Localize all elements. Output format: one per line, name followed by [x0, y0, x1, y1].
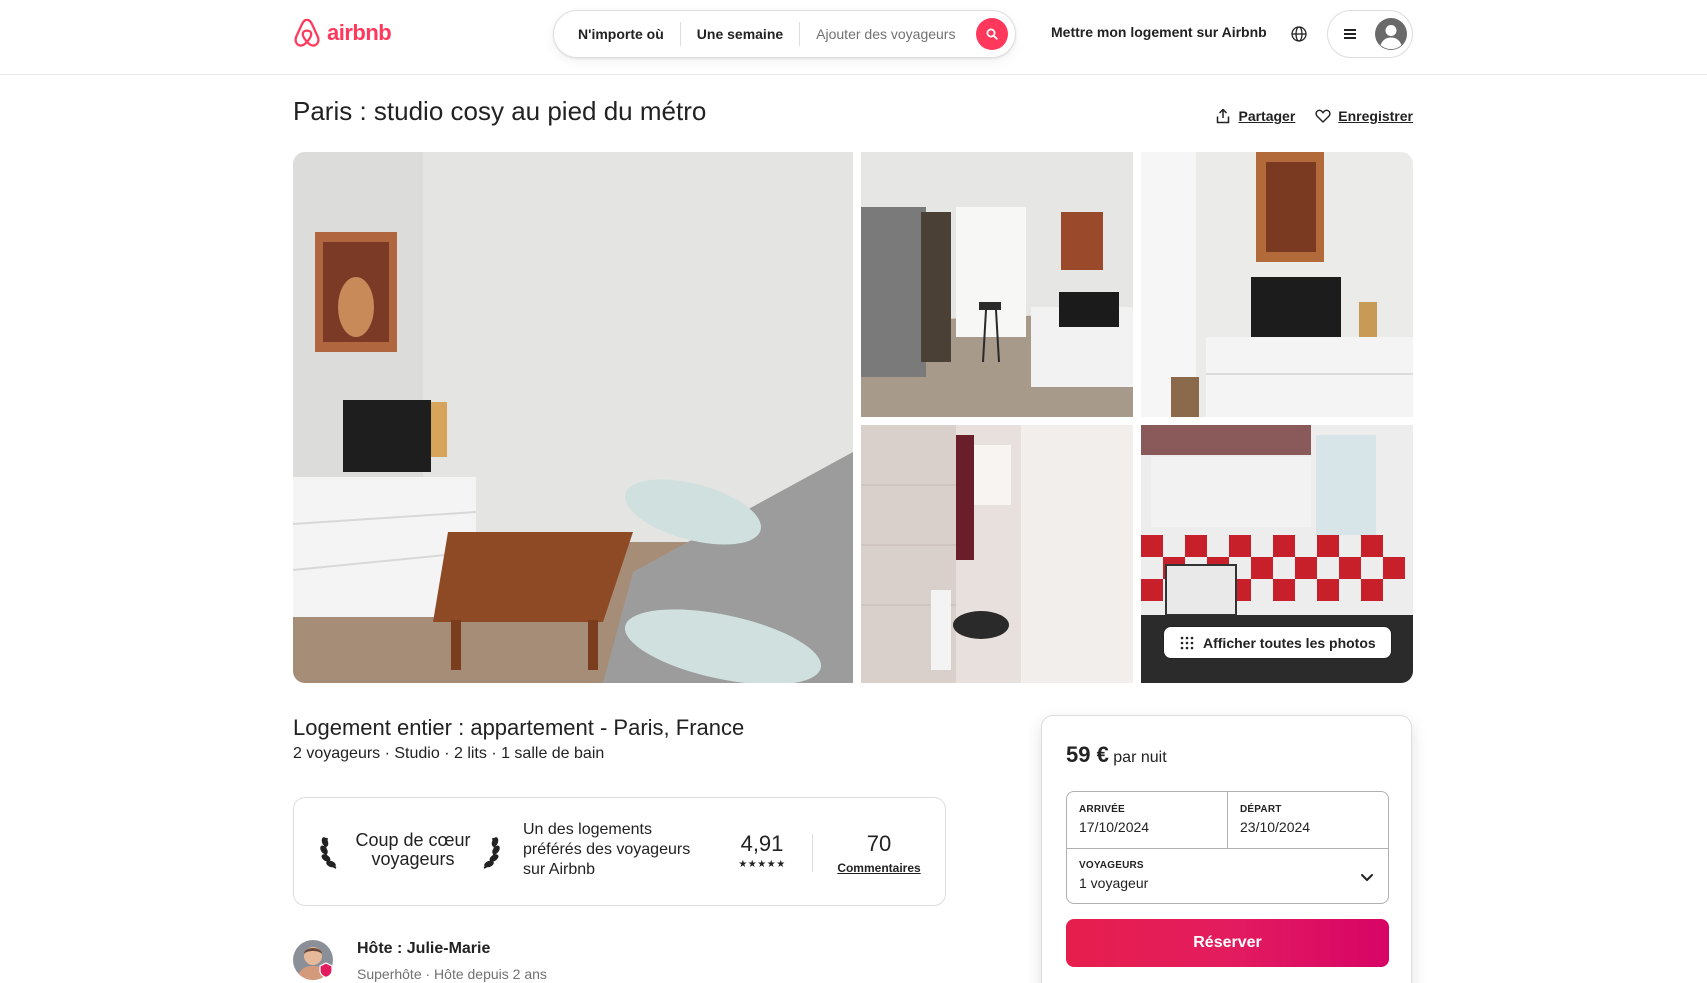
date-guest-picker: Arrivée 17/10/2024 Départ 23/10/2024 Voy… [1066, 791, 1389, 904]
checkout-label: Départ [1240, 804, 1282, 815]
top-header: airbnb N'importe où Une semaine Ajouter … [0, 0, 1707, 75]
guest-favorite-description: Un des logements préférés des voyageurs … [523, 821, 691, 878]
heart-icon [1315, 109, 1331, 123]
reserve-button[interactable]: Réserver [1066, 919, 1389, 967]
checkin-label: Arrivée [1079, 804, 1125, 815]
checkout-field[interactable]: Départ 23/10/2024 [1228, 792, 1390, 848]
rating-value: 4,91 [740, 831, 784, 856]
search-where[interactable]: N'importe où [554, 26, 680, 42]
listing-subtitle: Logement entier : appartement - Paris, F… [293, 715, 745, 740]
checkin-field[interactable]: Arrivée 17/10/2024 [1067, 792, 1228, 848]
page-title: Paris : studio cosy au pied du métro [293, 96, 707, 126]
photo-bathroom[interactable] [861, 425, 1133, 683]
guests-select[interactable]: Voyageurs 1 voyageur [1067, 849, 1388, 905]
share-icon [1217, 108, 1230, 124]
host-name: Hôte : Julie-Marie [357, 940, 491, 957]
listing-details: 2 voyageurs · Studio · 2 lits · 1 salle … [293, 745, 605, 762]
guests-value: 1 voyageur [1079, 875, 1149, 891]
rating-stars: ★★★★★ [738, 859, 786, 870]
share-button[interactable]: Partager [1215, 108, 1295, 124]
show-all-photos-button[interactable]: Afficher toutes les photos [1163, 626, 1392, 659]
checkout-value: 23/10/2024 [1240, 819, 1311, 835]
save-button[interactable]: Enregistrer [1315, 108, 1413, 124]
reviews-link[interactable]: Commentaires [824, 861, 934, 875]
airbnb-logo[interactable]: airbnb [292, 17, 392, 49]
grid-icon [1180, 636, 1194, 649]
save-label: Enregistrer [1338, 108, 1413, 124]
price-block: 59 € par nuit [1066, 742, 1167, 768]
become-host-link[interactable]: Mettre mon logement sur Airbnb [1051, 24, 1267, 40]
user-icon [1375, 18, 1407, 50]
price-amount: 59 € [1066, 742, 1109, 767]
booking-card: 59 € par nuit Arrivée 17/10/2024 Départ … [1041, 715, 1412, 983]
show-all-photos-label: Afficher toutes les photos [1203, 634, 1376, 651]
superhost-badge-icon [319, 962, 333, 978]
title-actions: Partager Enregistrer [1215, 108, 1413, 124]
search-icon [986, 28, 998, 40]
price-unit: par nuit [1113, 749, 1167, 766]
logo-text: airbnb [327, 20, 392, 45]
photo-main-living-room[interactable] [293, 152, 853, 683]
photo-gallery [293, 152, 1413, 683]
laurel-right-icon [483, 837, 500, 869]
menu-icon [1344, 29, 1356, 39]
chevron-down-icon [1361, 874, 1373, 881]
guests-label: Voyageurs [1079, 860, 1144, 871]
rating-divider [812, 834, 813, 872]
search-bar[interactable]: N'importe où Une semaine Ajouter des voy… [553, 10, 1016, 58]
guest-favorite-card: Coup de cœur voyageurs Un des logements … [293, 797, 946, 906]
globe-icon [1291, 26, 1307, 42]
search-when[interactable]: Une semaine [681, 26, 799, 42]
photo-bedroom[interactable] [861, 152, 1133, 417]
search-button[interactable] [976, 18, 1008, 50]
language-button[interactable] [1287, 22, 1311, 46]
reviews-block[interactable]: 70 Commentaires [824, 831, 934, 875]
share-label: Partager [1238, 108, 1296, 124]
photo-tv-corner[interactable] [1141, 152, 1413, 417]
host-meta: Superhôte · Hôte depuis 2 ans [357, 966, 547, 982]
checkin-value: 17/10/2024 [1079, 819, 1150, 835]
rating-block: 4,91 ★★★★★ [724, 831, 800, 870]
laurel-left-icon [320, 837, 337, 869]
search-guests[interactable]: Ajouter des voyageurs [800, 26, 971, 42]
user-menu-button[interactable] [1327, 10, 1413, 58]
guest-favorite-label: Coup de cœur voyageurs [355, 830, 471, 869]
airbnb-logo-icon [294, 18, 320, 47]
reviews-count: 70 [866, 831, 892, 856]
